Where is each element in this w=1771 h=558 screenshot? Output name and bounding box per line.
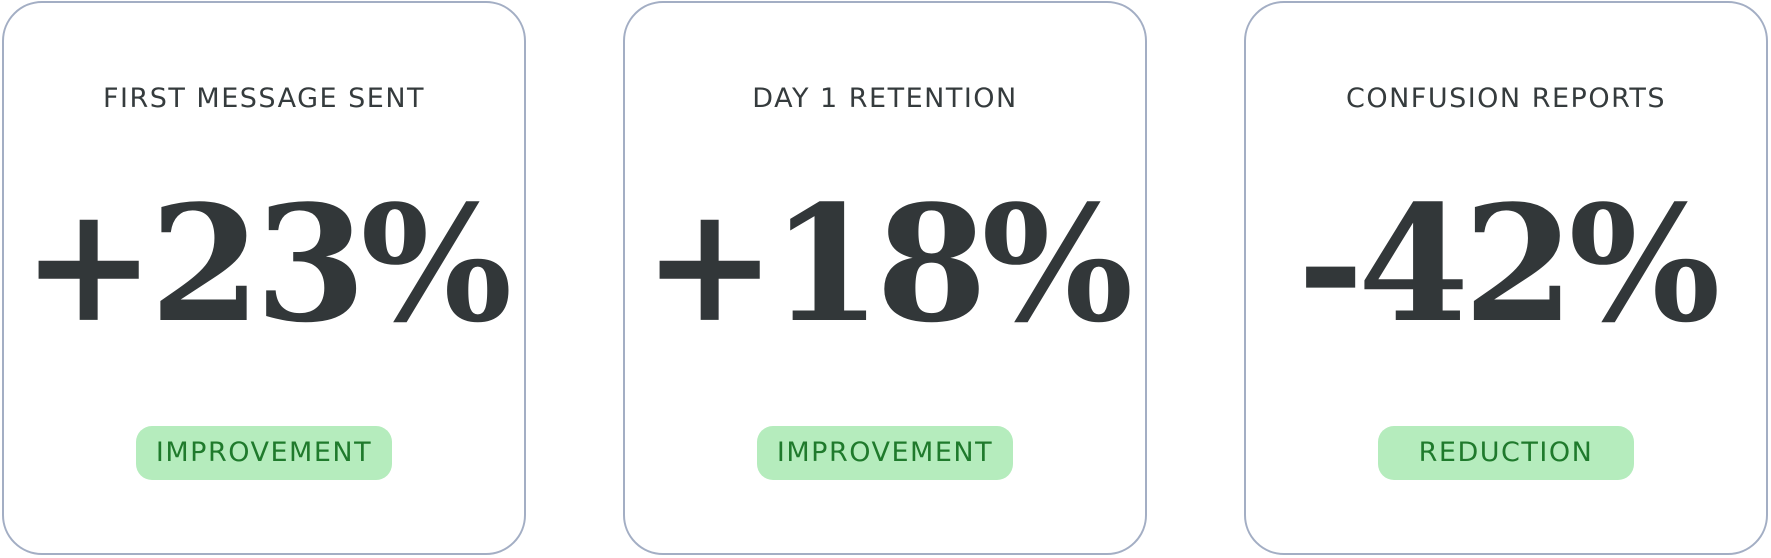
status-badge: IMPROVEMENT [757, 426, 1013, 480]
metric-card-confusion-reports: CONFUSION REPORTS -42% REDUCTION [1244, 1, 1768, 555]
metric-value: +23% [21, 170, 513, 358]
metric-card-day-1-retention: DAY 1 RETENTION +18% IMPROVEMENT [623, 1, 1147, 555]
metric-label: DAY 1 RETENTION [752, 83, 1018, 114]
metric-card-first-message-sent: FIRST MESSAGE SENT +23% IMPROVEMENT [2, 1, 526, 555]
metric-label: FIRST MESSAGE SENT [102, 83, 426, 114]
metric-label: CONFUSION REPORTS [1345, 83, 1666, 114]
metric-value: +18% [642, 170, 1134, 358]
status-badge: REDUCTION [1378, 426, 1634, 480]
metric-value: -42% [1297, 170, 1720, 358]
status-badge: IMPROVEMENT [136, 426, 392, 480]
